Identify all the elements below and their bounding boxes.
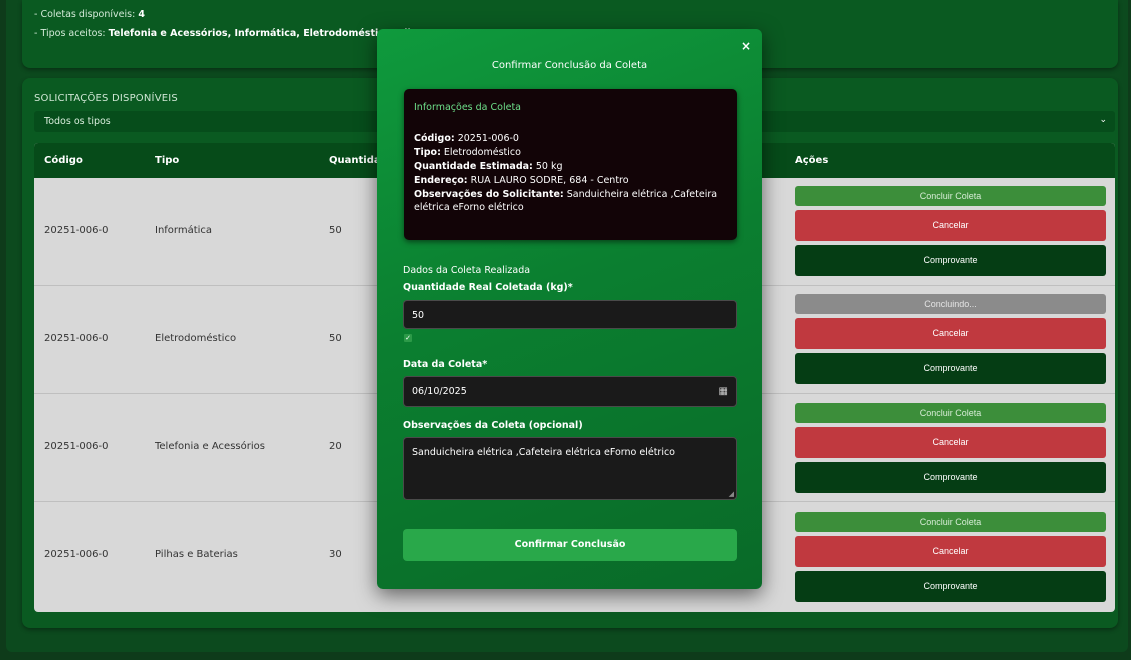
info-quantidade-label: Quantidade Estimada:: [414, 161, 533, 172]
calendar-icon[interactable]: ▦: [719, 386, 728, 397]
info-quantidade: Quantidade Estimada: 50 kg: [414, 160, 730, 173]
info-observacoes: Observações do Solicitante: Sanduicheira…: [414, 188, 730, 214]
collected-data-heading: Dados da Coleta Realizada: [403, 265, 531, 276]
info-endereco-label: Endereço:: [414, 175, 468, 186]
observations-value: Sanduicheira elétrica ,Cafeteira elétric…: [412, 447, 675, 458]
info-tipo-value: Eletrodoméstico: [443, 147, 521, 158]
quantity-input-value: 50: [412, 310, 425, 321]
resize-handle-icon[interactable]: ◢: [729, 490, 734, 498]
info-codigo-value: 20251-006-0: [457, 133, 519, 144]
date-input[interactable]: 06/10/2025 ▦: [403, 376, 737, 407]
confirm-conclusion-button[interactable]: Confirmar Conclusão: [403, 529, 737, 561]
confirm-collection-modal: × Confirmar Conclusão da Coleta Informaç…: [377, 29, 762, 589]
info-obs-label: Observações do Solicitante:: [414, 189, 564, 200]
info-endereco: Endereço: RUA LAURO SODRE, 684 - Centro: [414, 174, 730, 187]
quantity-label: Quantidade Real Coletada (kg)*: [403, 282, 573, 293]
close-icon[interactable]: ×: [741, 39, 751, 53]
info-title: Informações da Coleta: [414, 102, 521, 113]
info-endereco-value: RUA LAURO SODRE, 684 - Centro: [470, 175, 629, 186]
date-label: Data da Coleta*: [403, 359, 488, 370]
info-tipo: Tipo: Eletrodoméstico: [414, 146, 730, 159]
info-quantidade-value: 50 kg: [535, 161, 563, 172]
observations-textarea[interactable]: Sanduicheira elétrica ,Cafeteira elétric…: [403, 437, 737, 500]
info-codigo-label: Código:: [414, 133, 455, 144]
collection-info-box: Informações da Coleta Código: 20251-006-…: [404, 89, 737, 240]
date-input-value: 06/10/2025: [412, 386, 467, 397]
checkmark-icon[interactable]: ✓: [404, 334, 412, 342]
info-codigo: Código: 20251-006-0: [414, 132, 730, 145]
observations-label: Observações da Coleta (opcional): [403, 420, 583, 431]
quantity-input[interactable]: 50: [403, 300, 737, 329]
modal-title: Confirmar Conclusão da Coleta: [491, 60, 648, 71]
info-tipo-label: Tipo:: [414, 147, 441, 158]
